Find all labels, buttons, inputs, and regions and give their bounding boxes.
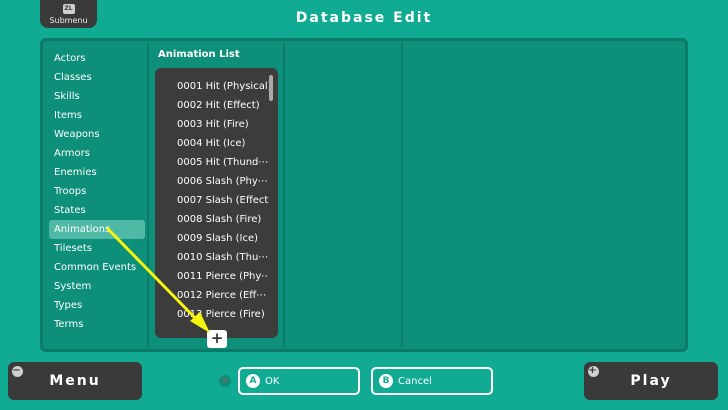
category-item-states[interactable]: States	[49, 201, 145, 220]
animation-item[interactable]: 0013 Pierce (Fire)	[177, 309, 269, 320]
minus-icon: −	[12, 365, 23, 377]
ok-button-label: OK	[265, 375, 280, 387]
category-item-classes[interactable]: Classes	[49, 68, 145, 87]
category-item-skills[interactable]: Skills	[49, 87, 145, 106]
ok-button[interactable]: A OK	[238, 367, 360, 395]
animation-item[interactable]: 0006 Slash (Phy⋯	[177, 176, 269, 187]
column-divider	[401, 43, 403, 347]
column-divider	[147, 43, 149, 347]
category-item-items[interactable]: Items	[49, 106, 145, 125]
column-divider	[283, 43, 285, 347]
play-button-label: Play	[630, 373, 672, 389]
animation-item[interactable]: 0012 Pierce (Eff⋯	[177, 290, 269, 301]
animation-item[interactable]: 0008 Slash (Fire)	[177, 214, 269, 225]
plus-icon: +	[588, 365, 599, 377]
b-button-icon: B	[379, 374, 393, 388]
animation-item[interactable]: 0009 Slash (Ice)	[177, 233, 269, 244]
category-item-troops[interactable]: Troops	[49, 182, 145, 201]
x-button-icon: X	[219, 375, 231, 387]
category-item-system[interactable]: System	[49, 277, 145, 296]
animation-item[interactable]: 0001 Hit (Physical)	[177, 81, 269, 92]
category-item-common-events[interactable]: Common Events	[49, 258, 145, 277]
category-item-animations[interactable]: Animations	[49, 220, 145, 239]
animation-item[interactable]: 0002 Hit (Effect)	[177, 100, 269, 111]
cancel-button[interactable]: B Cancel	[371, 367, 493, 395]
category-item-armors[interactable]: Armors	[49, 144, 145, 163]
menu-button-label: Menu	[49, 373, 101, 389]
menu-button[interactable]: − Menu	[8, 362, 142, 400]
category-item-terms[interactable]: Terms	[49, 315, 145, 334]
database-panel: Actors Classes Skills Items Weapons Armo…	[40, 38, 688, 352]
a-button-icon: A	[246, 374, 260, 388]
category-item-enemies[interactable]: Enemies	[49, 163, 145, 182]
page-title: Database Edit	[295, 10, 433, 26]
add-animation-button[interactable]: +	[207, 330, 227, 348]
category-item-actors[interactable]: Actors	[49, 49, 145, 68]
animation-item[interactable]: 0005 Hit (Thund⋯	[177, 157, 269, 168]
category-list: Actors Classes Skills Items Weapons Armo…	[49, 49, 145, 334]
animation-item[interactable]: 0011 Pierce (Phy⋯	[177, 271, 269, 282]
cancel-button-label: Cancel	[398, 375, 432, 387]
animation-item[interactable]: 0010 Slash (Thu⋯	[177, 252, 269, 263]
animation-list: 0001 Hit (Physical) 0002 Hit (Effect) 00…	[155, 68, 278, 338]
play-button[interactable]: + Play	[584, 362, 718, 400]
category-item-weapons[interactable]: Weapons	[49, 125, 145, 144]
animation-item[interactable]: 0004 Hit (Ice)	[177, 138, 269, 149]
animation-item[interactable]: 0003 Hit (Fire)	[177, 119, 269, 130]
category-item-tilesets[interactable]: Tilesets	[49, 239, 145, 258]
animation-item[interactable]: 0007 Slash (Effect)	[177, 195, 269, 206]
animation-list-header: Animation List	[158, 49, 240, 60]
category-item-types[interactable]: Types	[49, 296, 145, 315]
list-scrollbar[interactable]	[269, 75, 273, 101]
